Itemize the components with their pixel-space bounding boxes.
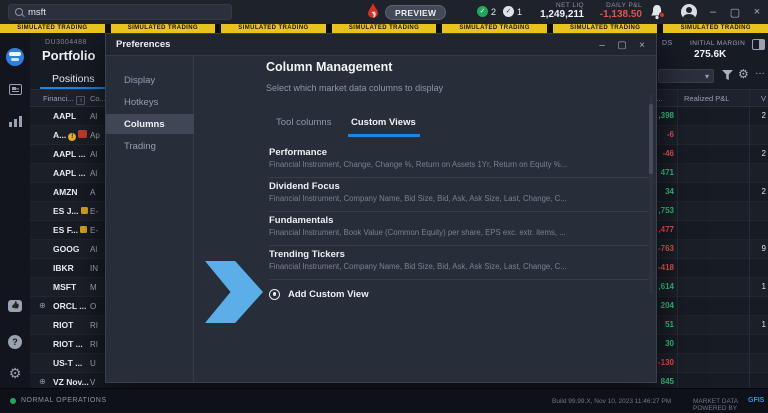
notifications-bell-icon[interactable]	[650, 4, 664, 20]
build-info: Build 99.99.X, Nov 10, 2023 11:46:27 PM	[552, 398, 671, 405]
net-liq-stat: NET LIQ 1,249,211	[532, 2, 584, 21]
custom-view-fundamentals[interactable]: Fundamentals Financial Instrument, Book …	[269, 213, 651, 246]
window-maximize-button[interactable]: ▢	[724, 0, 746, 24]
dialog-heading: Column Management	[266, 60, 392, 74]
nav-item-display[interactable]: Display	[106, 70, 194, 90]
status-indicator-white[interactable]: ✓ 1	[503, 6, 522, 17]
provider-link[interactable]: GFIS	[748, 397, 764, 404]
dialog-subheading: Select which market data columns to disp…	[266, 83, 443, 93]
notification-badge	[659, 12, 665, 18]
custom-view-dividend-focus[interactable]: Dividend Focus Financial Instrument, Com…	[269, 179, 651, 212]
custom-view-performance[interactable]: Performance Financial Instrument, Change…	[269, 145, 651, 178]
dialog-maximize-button[interactable]: ▢	[612, 34, 632, 56]
more-options-icon[interactable]: …	[755, 66, 766, 77]
active-tab-underline	[348, 134, 420, 137]
preview-button[interactable]: PREVIEW	[385, 5, 446, 20]
preferences-dialog: Preferences – ▢ × Display Hotkeys Column…	[105, 33, 657, 383]
add-icon	[269, 289, 280, 300]
white-count: 1	[517, 7, 522, 17]
dialog-title: Preferences	[116, 39, 170, 50]
window-minimize-button[interactable]: –	[702, 0, 724, 24]
check-icon: ✓	[506, 8, 512, 15]
futures-badge-icon	[80, 226, 87, 233]
initial-margin-label: INITIAL MARGIN	[690, 40, 745, 47]
status-ok-dot	[10, 398, 16, 404]
banner-segment: SIMULATED TRADING	[111, 24, 216, 33]
user-avatar[interactable]	[681, 4, 697, 20]
tab-tool-columns[interactable]: Tool columns	[276, 117, 331, 128]
preferences-nav: Display Hotkeys Columns Trading	[106, 56, 194, 383]
daily-pnl-label: DAILY P&L	[606, 2, 642, 9]
partial-header-ds: DS	[662, 40, 673, 47]
banner-segment: SIMULATED TRADING	[553, 24, 658, 33]
nav-item-columns[interactable]: Columns	[106, 114, 194, 134]
daily-pnl-stat: DAILY P&L -1,138.50	[596, 2, 642, 21]
filter-icon[interactable]	[722, 70, 733, 80]
banner-segment: SIMULATED TRADING	[442, 24, 547, 33]
status-bar: NORMAL OPERATIONS Build 99.99.X, Nov 10,…	[0, 388, 768, 413]
futures-badge-icon	[81, 207, 88, 214]
daily-pnl-value: -1,138.50	[600, 9, 642, 21]
banner-segment: SIMULATED TRADING	[663, 24, 768, 33]
dialog-scrollbar[interactable]	[649, 94, 653, 294]
nav-item-hotkeys[interactable]: Hotkeys	[106, 92, 194, 112]
initial-margin-value: 275.6K	[694, 49, 726, 60]
status-indicator-green[interactable]: ✓ 2	[477, 6, 496, 17]
column-header-company[interactable]: Co...	[90, 94, 106, 103]
news-icon[interactable]	[6, 80, 24, 98]
banner-segment: SIMULATED TRADING	[332, 24, 437, 33]
brand-flame-icon	[367, 3, 379, 20]
banner-segment: SIMULATED TRADING	[221, 24, 326, 33]
tab-custom-views[interactable]: Custom Views	[351, 117, 416, 128]
expand-icon[interactable]: ⊕	[39, 301, 46, 310]
monitor-home-icon[interactable]	[6, 48, 24, 66]
operations-label: NORMAL OPERATIONS	[21, 397, 107, 404]
alert-badge-icon	[78, 130, 87, 138]
help-icon[interactable]: ?	[6, 333, 24, 351]
feedback-icon[interactable]	[6, 297, 24, 315]
dialog-minimize-button[interactable]: –	[592, 34, 612, 56]
net-liq-value: 1,249,211	[540, 9, 584, 21]
search-value: msft	[28, 7, 46, 18]
column-header-financial[interactable]: Financi...↑	[43, 94, 85, 105]
warning-icon: !	[68, 133, 76, 141]
check-icon: ✓	[480, 8, 486, 15]
window-close-button[interactable]: ×	[746, 0, 768, 24]
expand-icon[interactable]: ⊕	[39, 377, 46, 386]
net-liq-label: NET LIQ	[556, 2, 584, 9]
banner-segment: SIMULATED TRADING	[0, 24, 105, 33]
dialog-title-bar: Preferences – ▢ ×	[106, 34, 656, 56]
account-id: DU3004488	[45, 39, 87, 46]
charts-icon[interactable]	[6, 112, 24, 130]
simulated-trading-banner: SIMULATED TRADING SIMULATED TRADING SIMU…	[0, 24, 768, 33]
operations-status: NORMAL OPERATIONS	[10, 397, 107, 404]
table-settings-gear-icon[interactable]: ⚙	[738, 68, 749, 80]
search-input[interactable]: msft	[8, 4, 232, 20]
column-header-value-partial[interactable]: V	[761, 94, 766, 103]
left-icon-rail: ? ⚙	[0, 33, 30, 388]
column-header-realized-pnl[interactable]: Realized P&L	[684, 94, 729, 103]
custom-view-trending-tickers[interactable]: Trending Tickers Financial Instrument, C…	[269, 247, 651, 280]
settings-gear-icon[interactable]: ⚙	[6, 364, 24, 382]
trading-app-window: msft PREVIEW ✓ 2 ✓ 1 NET LIQ 1,249,211 D…	[0, 0, 768, 413]
top-bar: msft PREVIEW ✓ 2 ✓ 1 NET LIQ 1,249,211 D…	[0, 0, 768, 24]
dialog-close-button[interactable]: ×	[632, 34, 652, 56]
chevron-down-icon: ▾	[705, 72, 709, 81]
view-dropdown[interactable]: ▾	[658, 69, 714, 83]
nav-item-trading[interactable]: Trading	[106, 136, 194, 156]
sort-asc-icon[interactable]: ↑	[76, 96, 85, 105]
search-icon	[15, 8, 23, 16]
preview-label: PREVIEW	[395, 8, 436, 18]
layout-panel-icon[interactable]	[752, 39, 765, 50]
add-custom-view-button[interactable]: Add Custom View	[269, 286, 369, 302]
green-count: 2	[491, 7, 496, 17]
tab-positions[interactable]: Positions	[52, 73, 95, 85]
page-title: Portfolio	[42, 48, 95, 63]
